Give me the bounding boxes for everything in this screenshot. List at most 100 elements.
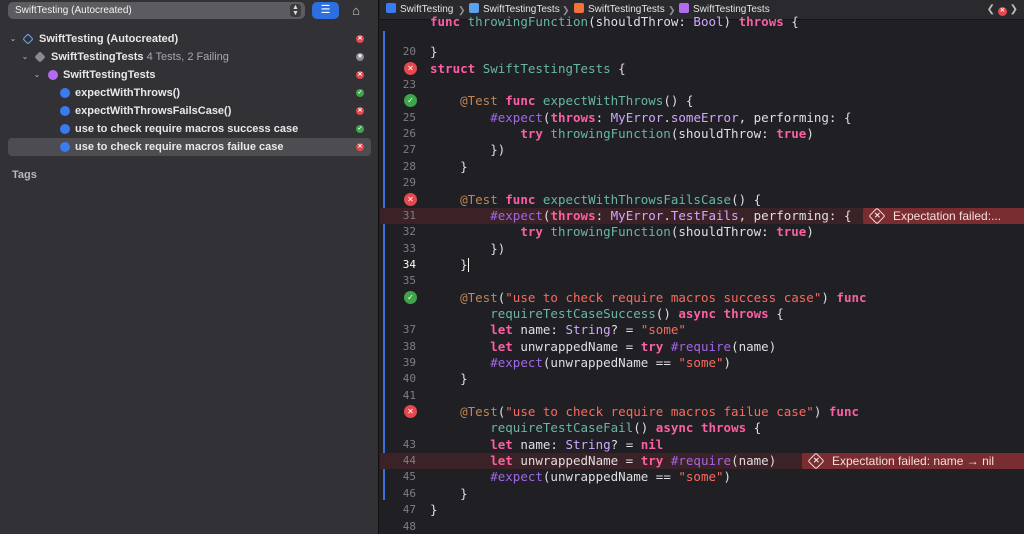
folder-icon [469, 3, 479, 13]
line-number: 31 [402, 208, 416, 222]
error-diamond-icon: ✕ [868, 207, 886, 224]
code-line[interactable]: 20} [380, 44, 1024, 60]
tag-icon: ⌂ [352, 3, 360, 18]
code-text: #expect(unwrappedName == "some") [490, 355, 732, 370]
code-line[interactable]: 48 [380, 519, 1024, 534]
code-text: @Test("use to check require macros failu… [460, 404, 860, 420]
tags-section-header: Tags [12, 169, 37, 181]
tree-row-title: SwiftTestingTests [63, 69, 156, 81]
code-line[interactable]: 38 let unwrappedName = try #require(name… [380, 339, 1024, 355]
tree-row-title: use to check require macros failue case [75, 141, 284, 153]
test-failed-icon[interactable]: ✕ [404, 192, 417, 206]
line-number: 40 [402, 372, 416, 386]
code-line[interactable]: 25 #expect(throws: MyError.someError, pe… [380, 110, 1024, 126]
source-editor[interactable]: SwiftTesting ❯ SwiftTestingTests ❯ Swift… [380, 0, 1024, 534]
code-line[interactable]: 29 [380, 175, 1024, 191]
code-line[interactable]: 23 [380, 77, 1024, 93]
line-number: 26 [402, 127, 416, 141]
code-line[interactable]: ✕ struct SwiftTestingTests { [380, 61, 1024, 77]
inline-error-banner[interactable]: ✕ Expectation failed: name → nil [802, 453, 1024, 470]
code-line[interactable]: 40 } [380, 371, 1024, 387]
code-line[interactable]: ✓ @Test("use to check require macros suc… [380, 290, 1024, 306]
code-line[interactable]: 33 }) [380, 241, 1024, 257]
code-line[interactable]: ✕ @Test func expectWithThrowsFailsCase()… [380, 192, 1024, 208]
code-line[interactable]: ✓ @Test func expectWithThrows() { [380, 93, 1024, 109]
code-text: try throwingFunction(shouldThrow: true) [520, 224, 814, 240]
test-failed-icon[interactable]: ✕ [404, 61, 417, 75]
code-line[interactable]: 45 #expect(unwrappedName == "some") [380, 469, 1024, 485]
inline-error-banner[interactable]: ✕ Expectation failed:... [863, 207, 1024, 224]
code-text: let unwrappedName = try #require(name) [490, 338, 777, 354]
code-line[interactable]: 47} [380, 502, 1024, 518]
status-pass-icon: ✓ [356, 125, 364, 133]
line-number: 41 [402, 388, 416, 402]
tree-row-test[interactable]: use to check require macros failue case ✕ [8, 138, 371, 156]
code-line[interactable]: 43 let name: String? = nil [380, 437, 1024, 453]
code-text: } [430, 256, 469, 272]
line-number: 35 [402, 274, 416, 288]
line-number: 43 [402, 437, 416, 451]
tree-row-label: expectWithThrows() [75, 84, 180, 102]
code-text: #expect(unwrappedName == "some") [490, 469, 732, 485]
test-plan-icon [22, 33, 34, 45]
scheme-label: SwiftTesting (Autocreated) [15, 5, 132, 16]
test-failed-icon[interactable]: ✕ [404, 405, 417, 419]
code-line[interactable]: 28 } [380, 159, 1024, 175]
line-number: 33 [402, 241, 416, 255]
tree-row-test[interactable]: use to check require macros success case… [0, 120, 379, 138]
text-cursor [467, 257, 469, 272]
code-text: func throwingFunction(shouldThrow: Bool)… [430, 14, 799, 29]
tag-button[interactable]: ⌂ [347, 2, 365, 19]
test-passed-icon[interactable]: ✓ [404, 94, 417, 108]
tree-row-test-plan[interactable]: ⌄ SwiftTesting (Autocreated) ✕ [0, 30, 379, 48]
status-fail-icon: ✕ [356, 107, 364, 115]
test-passed-icon[interactable]: ✓ [404, 290, 417, 304]
status-skip-icon: ✳ [356, 53, 364, 61]
line-number: 34 [402, 257, 416, 271]
code-line[interactable]: 27 }) [380, 142, 1024, 158]
chevron-up-down-icon: ▲ ▼ [290, 4, 301, 17]
code-text: let name: String? = "some" [490, 322, 686, 338]
code-text: } [430, 502, 438, 518]
line-number: 39 [402, 356, 416, 369]
tree-row-title: expectWithThrows() [75, 87, 181, 99]
tree-row-test[interactable]: expectWithThrowsFailsCase() ✕ [0, 102, 379, 120]
test-icon [60, 124, 70, 134]
status-fail-icon: ✕ [356, 71, 364, 79]
line-number: 23 [402, 78, 416, 92]
line-number: 28 [402, 159, 416, 173]
code-line[interactable]: 35 [380, 273, 1024, 289]
code-text: requireTestCaseSuccess() async throws { [490, 305, 784, 321]
filter-button[interactable]: ☰ [312, 2, 339, 19]
code-line[interactable]: 26 try throwingFunction(shouldThrow: tru… [380, 126, 1024, 142]
tree-row-test[interactable]: expectWithThrows() ✓ [0, 84, 379, 102]
code-line[interactable]: 44 let unwrappedName = try #require(name… [380, 453, 1024, 470]
code-text: }) [430, 142, 506, 158]
code-line[interactable]: requireTestCaseSuccess() async throws { [380, 306, 1024, 322]
scheme-selector[interactable]: SwiftTesting (Autocreated) ▲ ▼ [8, 2, 305, 19]
disclosure-chevron-icon[interactable]: ⌄ [20, 48, 30, 66]
code-line[interactable]: 32 try throwingFunction(shouldThrow: tru… [380, 224, 1024, 240]
status-pass-icon: ✓ [356, 89, 364, 97]
disclosure-chevron-icon[interactable]: ⌄ [8, 30, 18, 48]
code-line[interactable]: requireTestCaseFail() async throws { [380, 420, 1024, 436]
tree-row-test-target[interactable]: ⌄ SwiftTestingTests 4 Tests, 2 Failing ✳ [0, 48, 379, 66]
code-line[interactable]: func throwingFunction(shouldThrow: Bool)… [380, 14, 1024, 30]
code-line[interactable]: 39 #expect(unwrappedName == "some") [380, 355, 1024, 371]
code-line[interactable]: 46 } [380, 486, 1024, 502]
disclosure-chevron-icon[interactable]: ⌄ [32, 66, 42, 84]
line-number: 47 [402, 503, 416, 517]
code-line[interactable]: 37 let name: String? = "some" [380, 322, 1024, 338]
code-line[interactable]: 41 [380, 388, 1024, 404]
code-line[interactable]: 31 #expect(throws: MyError.TestFails, pe… [380, 207, 1024, 224]
status-fail-icon: ✕ [356, 143, 364, 151]
code-line[interactable]: 34 } [380, 257, 1024, 273]
code-line[interactable]: ✕ @Test("use to check require macros fai… [380, 404, 1024, 420]
code-text: requireTestCaseFail() async throws { [490, 420, 762, 436]
code-text: @Test("use to check require macros succe… [460, 289, 867, 305]
tree-row-test-suite[interactable]: ⌄ SwiftTestingTests ✕ [0, 66, 379, 84]
code-text: @Test func expectWithThrows() { [460, 93, 694, 109]
line-number: 27 [402, 143, 416, 157]
navigator-toolbar: SwiftTesting (Autocreated) ▲ ▼ ☰ ⌂ [0, 0, 379, 22]
code-text: @Test func expectWithThrowsFailsCase() { [460, 191, 762, 207]
